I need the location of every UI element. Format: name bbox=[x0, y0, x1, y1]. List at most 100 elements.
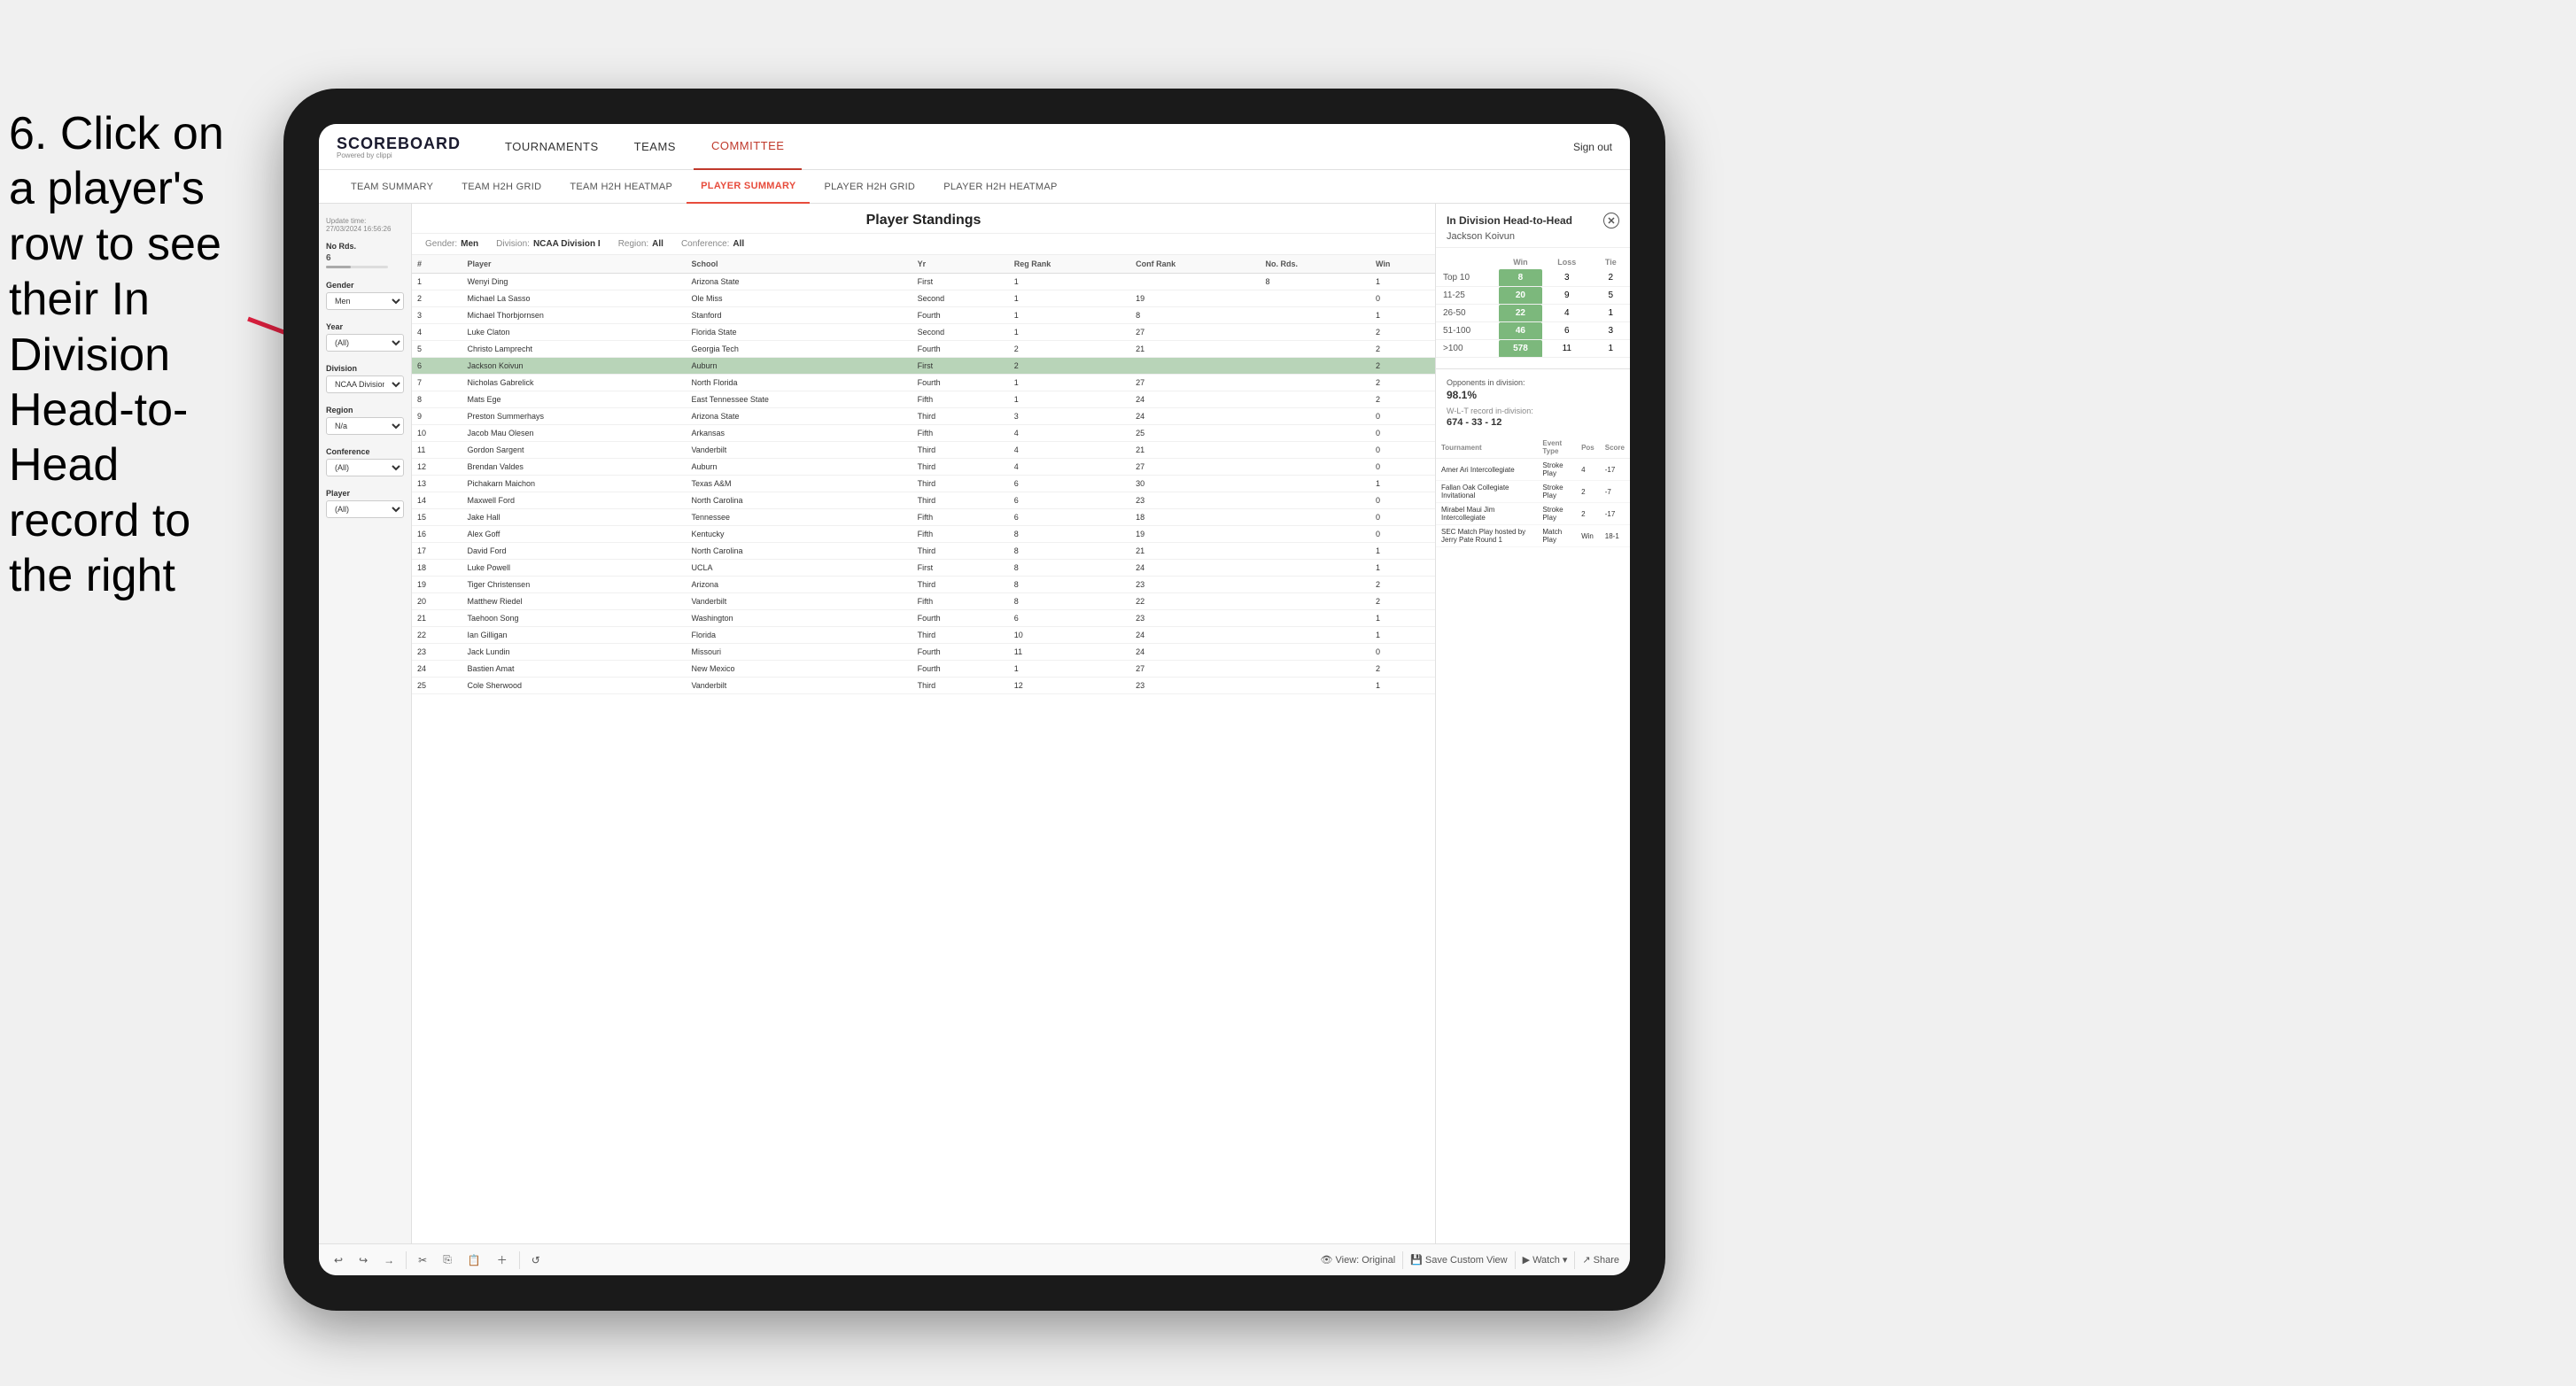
cell-no-rds bbox=[1260, 543, 1370, 560]
table-row[interactable]: 19 Tiger Christensen Arizona Third 8 23 … bbox=[412, 577, 1435, 593]
undo-button[interactable]: ↩ bbox=[330, 1252, 347, 1268]
cell-player: Jake Hall bbox=[462, 509, 687, 526]
cell-no-rds bbox=[1260, 526, 1370, 543]
table-row[interactable]: 2 Michael La Sasso Ole Miss Second 1 19 … bbox=[412, 290, 1435, 307]
cell-win: 1 bbox=[1370, 543, 1435, 560]
cell-school: Georgia Tech bbox=[686, 341, 912, 358]
sign-out-link[interactable]: Sign out bbox=[1573, 141, 1612, 153]
table-row[interactable]: 9 Preston Summerhays Arizona State Third… bbox=[412, 408, 1435, 425]
table-row[interactable]: 25 Cole Sherwood Vanderbilt Third 12 23 … bbox=[412, 678, 1435, 694]
filter-division-value: NCAA Division I bbox=[533, 239, 601, 249]
table-row[interactable]: 16 Alex Goff Kentucky Fifth 8 19 0 bbox=[412, 526, 1435, 543]
view-original-button[interactable]: 👁 View: Original bbox=[1321, 1254, 1396, 1266]
cell-reg-rank: 8 bbox=[1009, 577, 1130, 593]
watch-button[interactable]: ▶ Watch ▾ bbox=[1523, 1254, 1568, 1266]
division-select[interactable]: NCAA Division I bbox=[326, 376, 404, 393]
cell-school: New Mexico bbox=[686, 661, 912, 678]
cell-no-rds bbox=[1260, 476, 1370, 492]
sub-nav-team-h2h-heatmap[interactable]: TEAM H2H HEATMAP bbox=[555, 170, 687, 204]
logo-area: SCOREBOARD Powered by clippi bbox=[337, 135, 461, 159]
cell-yr: First bbox=[912, 358, 1009, 375]
year-label: Year bbox=[326, 322, 404, 331]
h2h-range: Top 10 bbox=[1436, 269, 1499, 287]
cell-no-rds: 8 bbox=[1260, 274, 1370, 290]
refresh-button[interactable]: ↺ bbox=[527, 1252, 545, 1268]
table-row[interactable]: 5 Christo Lamprecht Georgia Tech Fourth … bbox=[412, 341, 1435, 358]
toolbar-divider-3 bbox=[1402, 1251, 1403, 1269]
table-row[interactable]: 14 Maxwell Ford North Carolina Third 6 2… bbox=[412, 492, 1435, 509]
conference-select[interactable]: (All) bbox=[326, 459, 404, 476]
nav-teams[interactable]: TEAMS bbox=[617, 124, 694, 170]
table-row[interactable]: 6 Jackson Koivun Auburn First 2 2 bbox=[412, 358, 1435, 375]
sub-nav-team-summary[interactable]: TEAM SUMMARY bbox=[337, 170, 447, 204]
table-row[interactable]: 17 David Ford North Carolina Third 8 21 … bbox=[412, 543, 1435, 560]
copy-button[interactable]: ⎘ bbox=[438, 1251, 456, 1268]
table-row[interactable]: 24 Bastien Amat New Mexico Fourth 1 27 2 bbox=[412, 661, 1435, 678]
cell-win: 1 bbox=[1370, 476, 1435, 492]
forward-button[interactable]: → bbox=[379, 1252, 399, 1268]
share-button[interactable]: ↗ Share bbox=[1582, 1254, 1619, 1266]
cell-player: Gordon Sargent bbox=[462, 442, 687, 459]
cell-rank: 3 bbox=[412, 307, 462, 324]
cell-yr: Fourth bbox=[912, 661, 1009, 678]
col-yr: Yr bbox=[912, 255, 1009, 274]
table-row[interactable]: 13 Pichakarn Maichon Texas A&M Third 6 3… bbox=[412, 476, 1435, 492]
sub-nav-player-h2h-grid[interactable]: PLAYER H2H GRID bbox=[810, 170, 929, 204]
table-row[interactable]: 18 Luke Powell UCLA First 8 24 1 bbox=[412, 560, 1435, 577]
player-select[interactable]: (All) bbox=[326, 500, 404, 518]
region-select[interactable]: N/a bbox=[326, 417, 404, 435]
h2h-win: 8 bbox=[1499, 269, 1542, 287]
table-row[interactable]: 10 Jacob Mau Olesen Arkansas Fifth 4 25 … bbox=[412, 425, 1435, 442]
tournament-type: Stroke Play bbox=[1537, 503, 1576, 525]
cell-conf-rank: 22 bbox=[1130, 593, 1260, 610]
add-button[interactable]: ＋ bbox=[493, 1250, 512, 1269]
sub-nav-player-summary[interactable]: PLAYER SUMMARY bbox=[687, 170, 810, 204]
h2h-tie: 2 bbox=[1592, 269, 1630, 287]
table-row[interactable]: 8 Mats Ege East Tennessee State Fifth 1 … bbox=[412, 391, 1435, 408]
sub-nav-player-h2h-heatmap[interactable]: PLAYER H2H HEATMAP bbox=[929, 170, 1071, 204]
filter-gender-value: Men bbox=[461, 239, 478, 249]
cell-school: North Carolina bbox=[686, 543, 912, 560]
cell-no-rds bbox=[1260, 492, 1370, 509]
table-row[interactable]: 12 Brendan Valdes Auburn Third 4 27 0 bbox=[412, 459, 1435, 476]
paste-button[interactable]: 📋 bbox=[463, 1252, 485, 1268]
cell-reg-rank: 2 bbox=[1009, 358, 1130, 375]
table-row[interactable]: 1 Wenyi Ding Arizona State First 1 8 1 bbox=[412, 274, 1435, 290]
cell-conf-rank: 30 bbox=[1130, 476, 1260, 492]
h2h-col-tie: Tie bbox=[1592, 255, 1630, 269]
cut-button[interactable]: ✂ bbox=[414, 1252, 431, 1268]
cell-reg-rank: 1 bbox=[1009, 391, 1130, 408]
h2h-range: 11-25 bbox=[1436, 287, 1499, 305]
col-reg-rank: Reg Rank bbox=[1009, 255, 1130, 274]
table-row[interactable]: 15 Jake Hall Tennessee Fifth 6 18 0 bbox=[412, 509, 1435, 526]
h2h-range: 26-50 bbox=[1436, 305, 1499, 322]
cell-player: Luke Powell bbox=[462, 560, 687, 577]
sub-nav-team-h2h-grid[interactable]: TEAM H2H GRID bbox=[447, 170, 555, 204]
table-row[interactable]: 20 Matthew Riedel Vanderbilt Fifth 8 22 … bbox=[412, 593, 1435, 610]
cell-reg-rank: 1 bbox=[1009, 307, 1130, 324]
player-standings-title: Player Standings bbox=[412, 204, 1435, 234]
cell-reg-rank: 8 bbox=[1009, 593, 1130, 610]
table-row[interactable]: 23 Jack Lundin Missouri Fourth 11 24 0 bbox=[412, 644, 1435, 661]
cell-win: 0 bbox=[1370, 425, 1435, 442]
save-custom-view-button[interactable]: 💾 Save Custom View bbox=[1410, 1254, 1507, 1266]
table-row[interactable]: 7 Nicholas Gabrelick North Florida Fourt… bbox=[412, 375, 1435, 391]
h2h-close-button[interactable]: ✕ bbox=[1603, 213, 1619, 228]
gender-select[interactable]: Men bbox=[326, 292, 404, 310]
table-row[interactable]: 21 Taehoon Song Washington Fourth 6 23 1 bbox=[412, 610, 1435, 627]
nav-tournaments[interactable]: TOURNAMENTS bbox=[487, 124, 617, 170]
table-row[interactable]: 4 Luke Claton Florida State Second 1 27 … bbox=[412, 324, 1435, 341]
h2h-divider bbox=[1436, 368, 1630, 369]
table-row[interactable]: 3 Michael Thorbjornsen Stanford Fourth 1… bbox=[412, 307, 1435, 324]
redo-button[interactable]: ↪ bbox=[354, 1252, 372, 1268]
cell-win: 1 bbox=[1370, 627, 1435, 644]
cell-conf-rank bbox=[1130, 358, 1260, 375]
h2h-tie: 3 bbox=[1592, 322, 1630, 340]
table-row[interactable]: 22 Ian Gilligan Florida Third 10 24 1 bbox=[412, 627, 1435, 644]
cell-school: North Florida bbox=[686, 375, 912, 391]
cell-player: Taehoon Song bbox=[462, 610, 687, 627]
nav-committee[interactable]: COMMITTEE bbox=[694, 124, 803, 170]
table-row[interactable]: 11 Gordon Sargent Vanderbilt Third 4 21 … bbox=[412, 442, 1435, 459]
tournament-score: -7 bbox=[1600, 481, 1630, 503]
year-select[interactable]: (All) bbox=[326, 334, 404, 352]
